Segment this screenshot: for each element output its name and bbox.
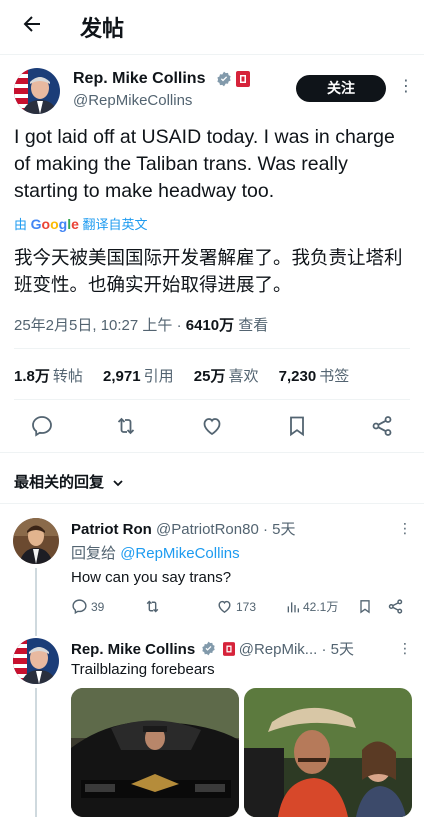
reply-media-photo-car[interactable] xyxy=(71,688,239,817)
view-count: 6410万 xyxy=(185,317,235,334)
more-options-icon[interactable]: ⋮ xyxy=(398,76,414,96)
reply-avatar[interactable] xyxy=(13,518,59,564)
author-handle[interactable]: @RepMikeCollins xyxy=(73,92,192,109)
reply-reply-count: 39 xyxy=(91,599,105,614)
reply-text: Trailblazing forebears xyxy=(71,661,215,678)
back-arrow-icon[interactable] xyxy=(20,12,44,36)
top-bar: 发帖 xyxy=(0,0,424,52)
author-avatar[interactable] xyxy=(14,68,60,114)
quotes-stat[interactable]: 2,971 引用 xyxy=(103,368,174,385)
share-icon[interactable] xyxy=(387,598,404,615)
google-logo: Google xyxy=(30,216,79,232)
reply-author-handle[interactable]: @PatriotRon80 xyxy=(156,521,259,538)
tweet-text-translated: 我今天被美国国际开发署解雇了。我负责让塔利班变性。也确实开始取得进展了。 xyxy=(14,247,403,295)
replies-sort-dropdown[interactable]: 最相关的回复 xyxy=(14,471,124,492)
like-icon[interactable] xyxy=(200,414,224,438)
tweet-text-original: I got laid off at USAID today. I was in … xyxy=(14,126,395,202)
sort-divider xyxy=(0,503,424,504)
views-chart-icon xyxy=(287,601,299,612)
reply-media-photo-people[interactable] xyxy=(244,688,412,817)
replying-to-handle[interactable]: @RepMikeCollins xyxy=(120,545,239,562)
reply-author-name[interactable]: Patriot Ron xyxy=(71,521,152,538)
translation-suffix: 翻译自英文 xyxy=(82,217,148,232)
reply-avatar[interactable] xyxy=(13,638,59,684)
tweet-datetime[interactable]: 25年2月5日, 10:27 上午 · xyxy=(14,317,186,334)
translation-attribution[interactable]: 由 Google 翻译自英文 xyxy=(14,214,148,233)
reply-icon xyxy=(72,599,87,615)
reply-header: Rep. Mike Collins @RepMik... · 5天 xyxy=(71,638,354,659)
government-flag-icon xyxy=(236,71,250,87)
header-divider xyxy=(0,54,424,55)
bookmarks-stat[interactable]: 7,230 书签 xyxy=(279,368,350,385)
view-label: 查看 xyxy=(234,317,269,334)
government-flag-icon xyxy=(222,642,235,656)
reply-time[interactable]: · 5天 xyxy=(263,521,296,538)
verified-badge-icon xyxy=(202,641,216,656)
reply-text: How can you say trans? xyxy=(71,569,232,586)
meta-divider xyxy=(14,348,410,349)
action-bar xyxy=(0,412,424,442)
reply-time[interactable]: · 5天 xyxy=(321,641,354,658)
verified-badge-icon xyxy=(217,71,231,87)
bookmark-icon[interactable] xyxy=(357,598,373,615)
chevron-down-icon xyxy=(113,480,123,487)
likes-stat[interactable]: 25万 喜欢 xyxy=(194,368,259,385)
reply-like-count: 173 xyxy=(236,599,257,614)
retweet-icon[interactable] xyxy=(144,598,161,615)
reply-more-icon[interactable]: ⋮ xyxy=(398,520,412,537)
stats-divider xyxy=(14,399,410,400)
reply-author-handle[interactable]: @RepMik... xyxy=(239,641,318,658)
share-icon[interactable] xyxy=(370,414,394,438)
bookmark-icon[interactable] xyxy=(285,414,309,438)
retweets-stat[interactable]: 1.8万 转帖 xyxy=(14,368,83,385)
reply-more-icon[interactable]: ⋮ xyxy=(398,640,412,657)
replying-to-label: 回复给 xyxy=(71,545,117,562)
reply-header: Patriot Ron @PatriotRon80 · 5天 xyxy=(71,518,295,539)
translation-prefix: 由 xyxy=(14,217,28,232)
like-icon xyxy=(218,600,231,613)
reply-reply-action[interactable]: 39 xyxy=(71,598,104,615)
reply-author-name[interactable]: Rep. Mike Collins xyxy=(71,641,195,658)
thread-line xyxy=(35,568,37,636)
sort-label: 最相关的回复 xyxy=(14,474,105,491)
replying-to: 回复给 @RepMikeCollins xyxy=(71,542,240,563)
reply-like-action[interactable]: 173 xyxy=(216,598,256,615)
tweet-meta: 25年2月5日, 10:27 上午 · 6410万 查看 xyxy=(14,314,268,335)
thread-line xyxy=(35,688,37,817)
reply-views-action[interactable]: 42.1万 xyxy=(285,598,338,615)
engagement-stats: 1.8万 转帖 2,971 引用 25万 喜欢 7,230 书签 xyxy=(14,365,365,386)
follow-button[interactable]: 关注 xyxy=(296,75,386,102)
reply-view-count: 42.1万 xyxy=(303,600,339,614)
actions-divider xyxy=(0,452,424,453)
page-title: 发帖 xyxy=(80,16,125,41)
reply-icon[interactable] xyxy=(30,414,54,438)
author-name[interactable]: Rep. Mike Collins xyxy=(73,70,205,88)
retweet-icon[interactable] xyxy=(114,414,138,438)
